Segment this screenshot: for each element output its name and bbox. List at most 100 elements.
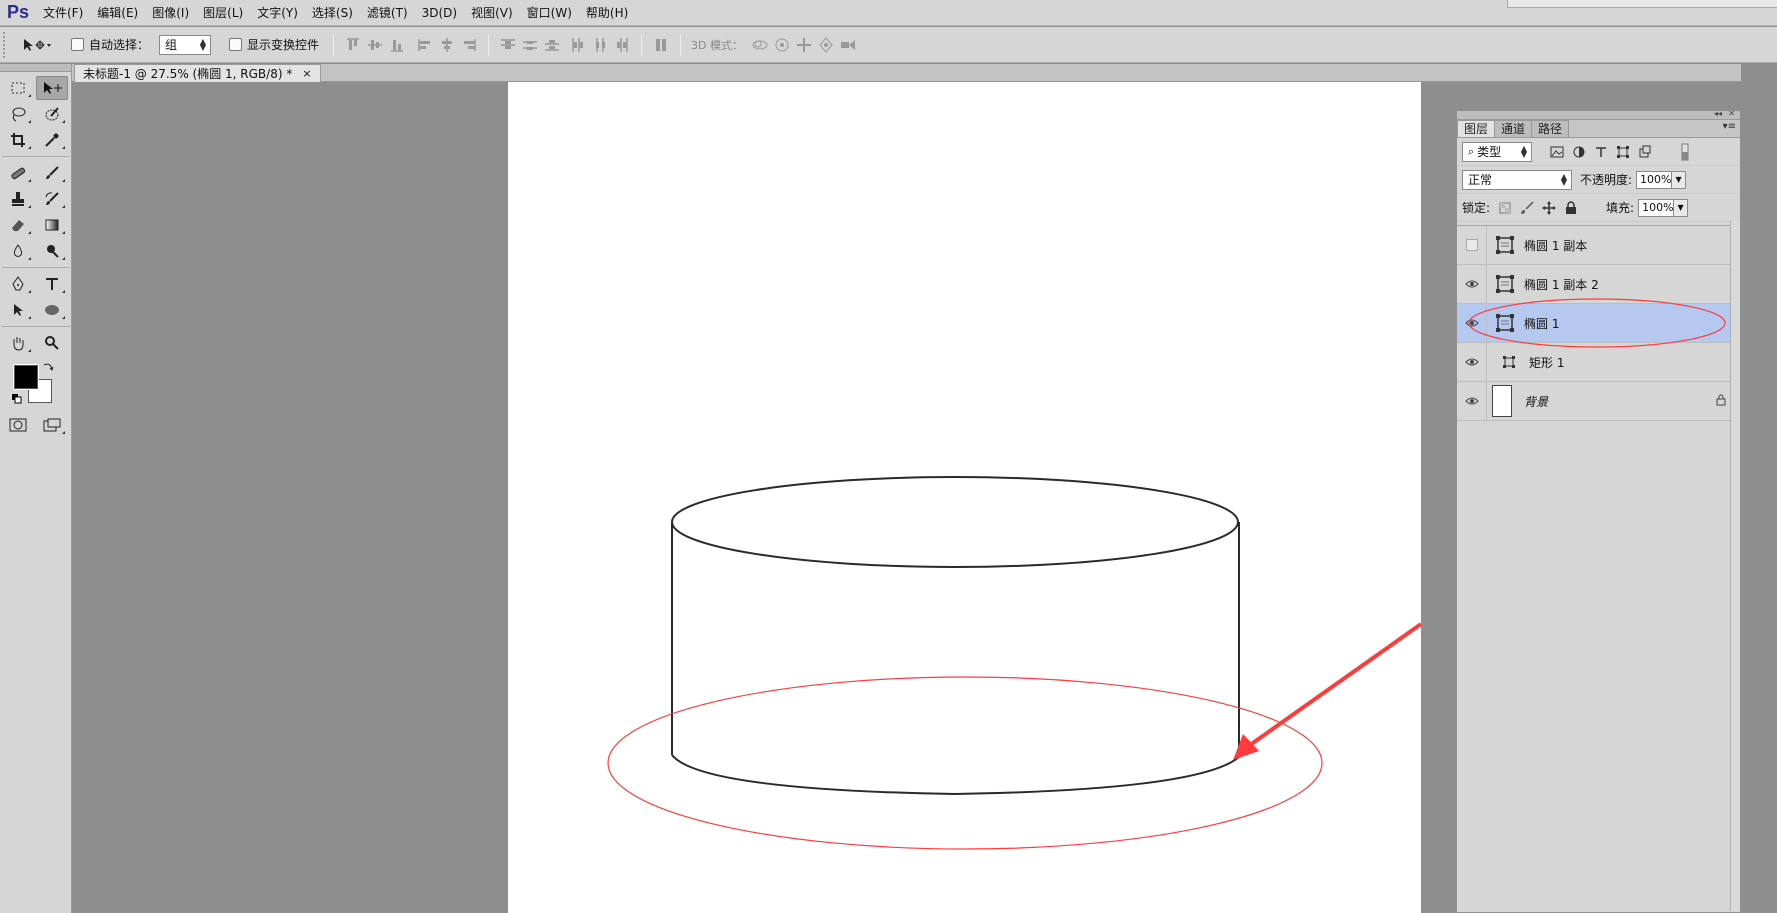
align-top-edges-button[interactable] xyxy=(342,34,364,56)
layers-panel-titlebar[interactable]: ◂◂ ✕ xyxy=(1457,109,1740,120)
collapse-panel-icon[interactable]: ◂◂ xyxy=(1714,109,1722,118)
menu-edit[interactable]: 编辑(E) xyxy=(90,0,145,26)
close-tab-icon[interactable]: × xyxy=(302,67,311,80)
menu-select[interactable]: 选择(S) xyxy=(305,0,360,26)
auto-select-checkbox[interactable] xyxy=(71,38,84,51)
layer-row[interactable]: 椭圆 1 副本 xyxy=(1457,225,1740,265)
panel-menu-icon[interactable]: ▾≡ xyxy=(1723,121,1736,132)
default-colors-icon[interactable] xyxy=(11,393,23,405)
type-tool[interactable] xyxy=(36,272,68,296)
align-vertical-centers-button[interactable] xyxy=(364,34,386,56)
filter-pixel-button[interactable] xyxy=(1546,142,1568,162)
dodge-tool[interactable] xyxy=(36,239,68,263)
menu-view[interactable]: 视图(V) xyxy=(464,0,520,26)
quick-mask-button[interactable] xyxy=(2,413,34,437)
align-horizontal-centers-button[interactable] xyxy=(436,34,458,56)
show-transform-checkbox[interactable] xyxy=(229,38,243,51)
gradient-tool[interactable] xyxy=(36,213,68,237)
artboard[interactable] xyxy=(508,82,1421,913)
3d-slide-button[interactable] xyxy=(815,34,837,56)
filter-toggle-switch[interactable] xyxy=(1674,142,1696,162)
layer-row-selected[interactable]: 椭圆 1 xyxy=(1457,303,1740,343)
opacity-input[interactable]: 100% xyxy=(1636,170,1673,189)
blur-tool[interactable] xyxy=(2,239,34,263)
filter-smart-object-button[interactable] xyxy=(1634,142,1656,162)
visibility-toggle[interactable] xyxy=(1457,303,1487,343)
menu-layer[interactable]: 图层(L) xyxy=(196,0,250,26)
layers-scrollbar[interactable] xyxy=(1730,221,1740,911)
3d-orbit-button[interactable] xyxy=(749,34,771,56)
lock-position-button[interactable] xyxy=(1538,198,1560,218)
layer-row[interactable]: 矩形 1 xyxy=(1457,342,1740,382)
crop-tool[interactable] xyxy=(2,128,34,152)
layer-name[interactable]: 椭圆 1 xyxy=(1524,315,1559,332)
distribute-vcenter-button[interactable] xyxy=(519,34,541,56)
filter-shape-button[interactable] xyxy=(1612,142,1634,162)
screen-mode-button[interactable] xyxy=(36,413,68,437)
menu-image[interactable]: 图像(I) xyxy=(145,0,196,26)
menu-file[interactable]: 文件(F) xyxy=(36,0,90,26)
history-brush-tool[interactable] xyxy=(36,187,68,211)
tab-channels[interactable]: 通道 xyxy=(1494,120,1533,137)
layer-row[interactable]: 椭圆 1 副本 2 xyxy=(1457,264,1740,304)
foreground-color-swatch[interactable] xyxy=(13,364,39,390)
clone-stamp-tool[interactable] xyxy=(2,187,34,211)
tab-layers[interactable]: 图层 xyxy=(1457,120,1496,137)
blend-mode-dropdown[interactable]: 正常 ▲ ▼ xyxy=(1462,169,1572,190)
visibility-toggle[interactable] xyxy=(1457,264,1487,304)
visibility-toggle[interactable] xyxy=(1457,225,1487,265)
lasso-tool[interactable] xyxy=(2,102,34,126)
distribute-hcenter-button[interactable] xyxy=(589,34,611,56)
swap-colors-icon[interactable] xyxy=(42,361,54,373)
document-tab[interactable]: 未标题-1 @ 27.5% (椭圆 1, RGB/8) * × xyxy=(74,64,321,82)
lock-transparent-button[interactable] xyxy=(1494,198,1516,218)
3d-pan-button[interactable] xyxy=(793,34,815,56)
layer-name[interactable]: 椭圆 1 副本 2 xyxy=(1524,276,1599,293)
eraser-tool[interactable] xyxy=(2,213,34,237)
fill-dropdown-arrow[interactable]: ▼ xyxy=(1674,198,1689,217)
menu-filter[interactable]: 滤镜(T) xyxy=(360,0,415,26)
distribute-right-button[interactable] xyxy=(611,34,633,56)
align-bottom-edges-button[interactable] xyxy=(386,34,408,56)
filter-kind-dropdown[interactable]: ⌕ 类型 ▲ ▼ xyxy=(1462,141,1532,162)
rect-marquee-tool[interactable] xyxy=(2,76,34,100)
eyedropper-tool[interactable] xyxy=(36,128,68,152)
layer-name[interactable]: 椭圆 1 副本 xyxy=(1524,237,1587,254)
filter-adjustment-button[interactable] xyxy=(1568,142,1590,162)
distribute-top-button[interactable] xyxy=(497,34,519,56)
align-right-edges-button[interactable] xyxy=(458,34,480,56)
healing-brush-tool[interactable] xyxy=(2,161,34,185)
tab-paths[interactable]: 路径 xyxy=(1531,120,1570,137)
visibility-toggle[interactable] xyxy=(1457,381,1487,421)
align-left-edges-button[interactable] xyxy=(414,34,436,56)
zoom-tool[interactable] xyxy=(36,331,68,355)
tools-panel-header[interactable] xyxy=(0,64,71,72)
3d-scale-button[interactable] xyxy=(837,34,859,56)
tool-preset-picker[interactable] xyxy=(21,37,57,53)
distribute-bottom-button[interactable] xyxy=(541,34,563,56)
lock-image-button[interactable] xyxy=(1516,198,1538,218)
auto-select-dropdown[interactable]: 组 ▲ ▼ xyxy=(159,34,212,55)
menu-3d[interactable]: 3D(D) xyxy=(415,0,464,26)
ellipse-tool[interactable] xyxy=(36,298,68,322)
brush-tool[interactable] xyxy=(36,161,68,185)
move-tool[interactable] xyxy=(36,76,68,100)
hand-tool[interactable] xyxy=(2,331,34,355)
menu-help[interactable]: 帮助(H) xyxy=(579,0,635,26)
quick-selection-tool[interactable] xyxy=(36,102,68,126)
layer-name[interactable]: 矩形 1 xyxy=(1529,354,1564,371)
auto-align-layers-button[interactable] xyxy=(650,34,672,56)
options-grip[interactable] xyxy=(3,31,11,58)
lock-all-button[interactable] xyxy=(1560,198,1582,218)
opacity-dropdown-arrow[interactable]: ▼ xyxy=(1672,170,1687,189)
layer-row[interactable]: 背景 xyxy=(1457,381,1740,421)
visibility-toggle[interactable] xyxy=(1457,342,1487,382)
fill-input[interactable]: 100% xyxy=(1638,198,1675,217)
distribute-left-button[interactable] xyxy=(567,34,589,56)
close-panel-icon[interactable]: ✕ xyxy=(1728,109,1735,118)
filter-type-button[interactable] xyxy=(1590,142,1612,162)
layer-name[interactable]: 背景 xyxy=(1524,393,1548,410)
menu-type[interactable]: 文字(Y) xyxy=(250,0,305,26)
menu-window[interactable]: 窗口(W) xyxy=(520,0,579,26)
3d-roll-button[interactable] xyxy=(771,34,793,56)
